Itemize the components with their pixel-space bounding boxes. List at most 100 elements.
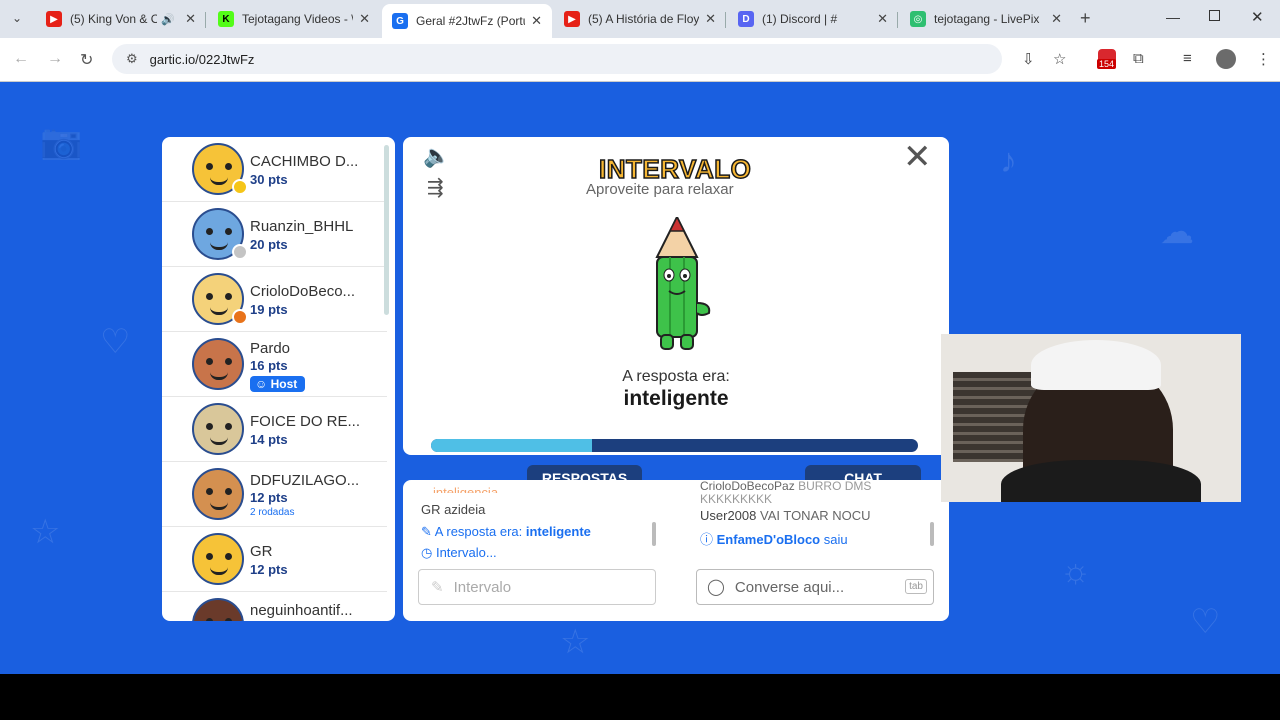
clock-icon: ◷ (421, 545, 436, 560)
close-icon[interactable]: ✕ (903, 137, 932, 177)
drawing-panel: 🔈 ⇶ ✕ INTERVALO Aproveite para relaxar A… (403, 137, 949, 455)
round-subtitle: Aproveite para relaxar (586, 181, 734, 198)
chat-message-cont: KKKKKKKKK (700, 492, 773, 506)
new-tab-icon[interactable]: + (1080, 8, 1091, 29)
answer-reveal-prefix: A resposta era: (434, 524, 523, 539)
profile-avatar[interactable] (1216, 49, 1236, 69)
doodle-star-icon: ☆ (30, 513, 61, 551)
player-name: neguinhoantif... (250, 602, 353, 619)
chat-author: EnfameD'oBloco (716, 532, 821, 547)
answer-text: azideia (444, 502, 486, 517)
url-field[interactable]: ⚙ gartic.io/022JtwFz (112, 44, 1002, 74)
tab-search-icon[interactable]: ⌄ (12, 11, 22, 25)
player-points: 12 pts (250, 490, 288, 505)
close-tab-icon[interactable]: ✕ (877, 11, 888, 27)
site-settings-icon[interactable]: ⚙ (126, 51, 138, 67)
browser-tab-gartic[interactable]: G Geral #2JtwFz (Portug ✕ (382, 4, 552, 38)
install-icon[interactable]: ⇩ (1022, 50, 1035, 68)
doodle-camera-icon: 📷 (40, 123, 83, 161)
webcam-overlay (941, 334, 1241, 502)
player-points: 20 pts (250, 237, 288, 252)
close-window-icon[interactable]: ✕ (1251, 8, 1264, 26)
cut-message: inteligencia (433, 485, 498, 493)
chat-scrollbar[interactable] (930, 522, 934, 546)
close-tab-icon[interactable]: ✕ (359, 11, 370, 27)
avatar (192, 468, 244, 520)
chat-input-placeholder: Converse aqui... (734, 578, 845, 596)
avatar (192, 598, 244, 621)
host-badge: ☺ Host (250, 376, 306, 392)
answers-scrollbar[interactable] (652, 522, 656, 546)
back-icon[interactable]: ← (13, 50, 29, 68)
player-row: FOICE DO RE... 14 pts (162, 397, 387, 462)
browser-tab-discord[interactable]: D (1) Discord | # ✕ (728, 4, 898, 34)
restore-icon[interactable] (1209, 10, 1220, 21)
doodle-sun-icon: ☼ (1060, 552, 1092, 590)
forward-icon[interactable]: → (47, 50, 63, 68)
rounds-label: 2 rodadas (250, 507, 295, 518)
reload-icon[interactable]: ↻ (80, 50, 93, 70)
close-tab-icon[interactable]: ✕ (531, 13, 542, 29)
youtube-favicon-icon: ▶ (564, 11, 580, 27)
answer-input[interactable]: ✎ Intervalo (418, 569, 656, 605)
chat-author: User2008 (700, 508, 757, 523)
answer-line: GR azideia (421, 502, 485, 517)
browser-tab-youtube-2[interactable]: ▶ (5) A História de Floy ✕ (554, 4, 726, 34)
player-name: FOICE DO RE... (250, 413, 361, 430)
minimize-icon[interactable]: — (1166, 9, 1180, 25)
player-row: Pardo 16 pts ☺ Host (162, 332, 387, 397)
player-name: Ruanzin_BHHL (250, 218, 354, 235)
info-icon: ⓘ (700, 532, 717, 547)
player-name: Pardo (250, 340, 291, 357)
player-points: 19 pts (250, 302, 288, 317)
avatar (192, 403, 244, 455)
close-tab-icon[interactable]: ✕ (705, 11, 716, 27)
chat-input[interactable]: ◯ Converse aqui... tab (696, 569, 934, 605)
browser-tab-livepix[interactable]: ◎ tejotagang - LivePix ✕ (900, 4, 1072, 34)
discord-favicon-icon: D (738, 11, 754, 27)
speaker-icon[interactable]: 🔊 (161, 13, 175, 26)
webcam-cap (1031, 340, 1161, 390)
menu-kebab-icon[interactable]: ⋮ (1256, 50, 1271, 68)
close-tab-icon[interactable]: ✕ (1051, 11, 1062, 27)
doodle-heart-icon: ♡ (100, 323, 131, 361)
chat-author: CrioloDoBecoPaz (700, 479, 795, 493)
bookmark-star-icon[interactable]: ☆ (1053, 50, 1066, 68)
chat-text: saiu (823, 532, 848, 547)
answer-reveal-line: ✎ A resposta era: inteligente (421, 524, 591, 540)
game-area: 📷 ♡ ☆ ♪ ☁ ☼ ♡ ☆ CACHIMBO D... 30 pts Rua… (0, 82, 1280, 674)
status-dot (232, 309, 248, 325)
url-text: gartic.io/022JtwFz (149, 51, 255, 67)
answer-input-placeholder: Intervalo (453, 578, 512, 596)
tab-title: Tejotagang Videos - \ (242, 12, 354, 26)
speaker-icon[interactable]: 🔈 (423, 143, 450, 169)
answer-author: GR (421, 502, 441, 517)
player-points: 30 pts (250, 172, 288, 187)
pencil-mascot-icon (655, 217, 711, 350)
close-tab-icon[interactable]: ✕ (185, 11, 196, 27)
tab-separator (205, 12, 206, 28)
doodle-cloud-icon: ☁ (1160, 213, 1194, 251)
player-row: CACHIMBO D... 30 pts (162, 137, 387, 202)
answer-reveal-value: inteligente (525, 524, 591, 539)
media-control-icon[interactable]: ≡ (1183, 50, 1192, 67)
browser-tab-kick[interactable]: K Tejotagang Videos - \ ✕ (208, 4, 380, 34)
player-name: DDFUZILAGO... (250, 472, 360, 489)
player-points: 16 pts (250, 358, 288, 373)
answer-word: inteligente (623, 387, 729, 410)
player-list: CACHIMBO D... 30 pts Ruanzin_BHHL 20 pts… (162, 137, 395, 621)
browser-tab-youtube-1[interactable]: ▶ (5) King Von & Ol 🔊 ✕ (36, 4, 206, 34)
chat-system-message: ⓘ EnfameD'oBloco saiu (700, 529, 848, 548)
cut-text: inteligencia (433, 485, 499, 493)
player-points: 14 pts (250, 432, 288, 447)
status-dot (232, 179, 248, 195)
interval-line: ◷ Intervalo... (421, 545, 497, 561)
player-row: GR 12 pts (162, 527, 387, 592)
extensions-puzzle-icon[interactable]: ⧉ (1133, 50, 1144, 67)
interval-text: Intervalo... (435, 545, 497, 560)
player-list-scrollbar[interactable] (384, 145, 389, 315)
share-icon[interactable]: ⇶ (427, 175, 444, 200)
pencil-icon: ✎ (431, 579, 444, 596)
doodle-note-icon: ♪ (1000, 142, 1017, 180)
host-icon: ☺ (255, 377, 271, 391)
